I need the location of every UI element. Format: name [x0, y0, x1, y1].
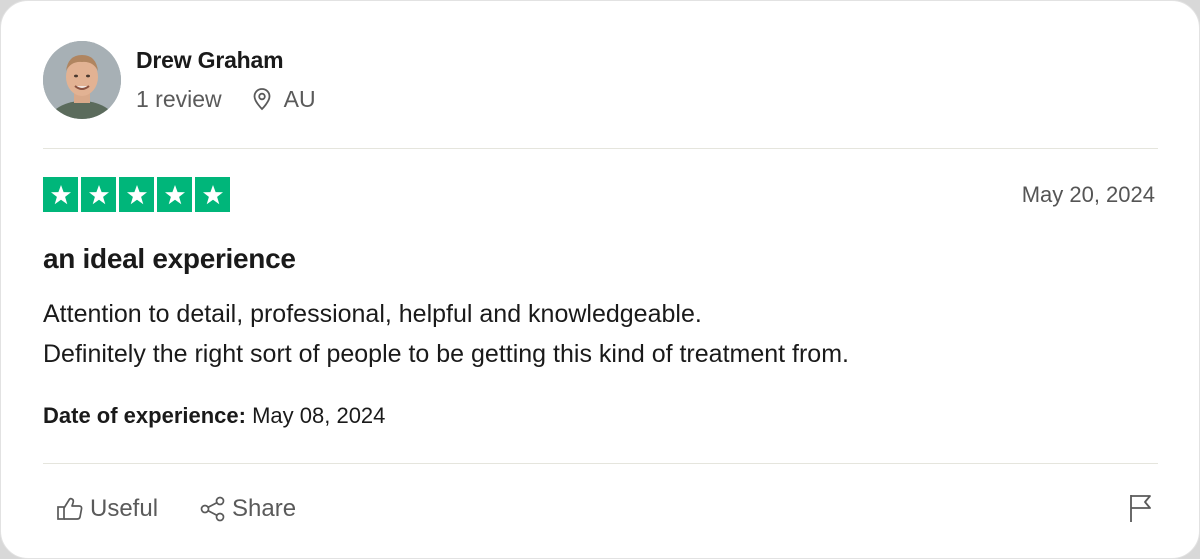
share-label: Share — [232, 495, 297, 522]
review-body-line: Definitely the right sort of people to b… — [43, 340, 849, 368]
star-icon — [43, 177, 78, 212]
flag-icon[interactable] — [1128, 493, 1154, 528]
reviewer-name[interactable]: Drew Graham — [136, 47, 284, 74]
reviewer-avatar[interactable] — [43, 41, 121, 119]
thumbs-up-icon — [56, 496, 84, 522]
star-icon — [81, 177, 116, 212]
star-rating — [43, 177, 230, 212]
header-divider — [43, 148, 1158, 149]
review-actions: Useful Share — [56, 495, 296, 523]
star-icon — [157, 177, 192, 212]
experience-label: Date of experience: — [43, 403, 246, 428]
review-card: Drew Graham 1 review AU May 20, 2024 an … — [0, 0, 1200, 559]
review-count: 1 review — [136, 85, 222, 112]
reviewer-location: AU — [283, 85, 316, 112]
review-date: May 20, 2024 — [1021, 182, 1155, 207]
location-pin-icon — [252, 87, 272, 111]
review-title[interactable]: an ideal experience — [43, 243, 296, 275]
useful-button[interactable]: Useful — [56, 495, 158, 523]
star-icon — [119, 177, 154, 212]
review-body-line: Attention to detail, professional, helpf… — [43, 300, 702, 328]
experience-date: May 08, 2024 — [252, 403, 386, 428]
share-icon — [200, 496, 226, 522]
date-of-experience: Date of experience: May 08, 2024 — [43, 403, 385, 429]
reviewer-meta: 1 review AU — [136, 85, 316, 113]
footer-divider — [43, 463, 1158, 464]
star-icon — [195, 177, 230, 212]
share-button[interactable]: Share — [200, 495, 296, 523]
review-body: Attention to detail, professional, helpf… — [43, 294, 849, 374]
useful-label: Useful — [90, 495, 159, 522]
